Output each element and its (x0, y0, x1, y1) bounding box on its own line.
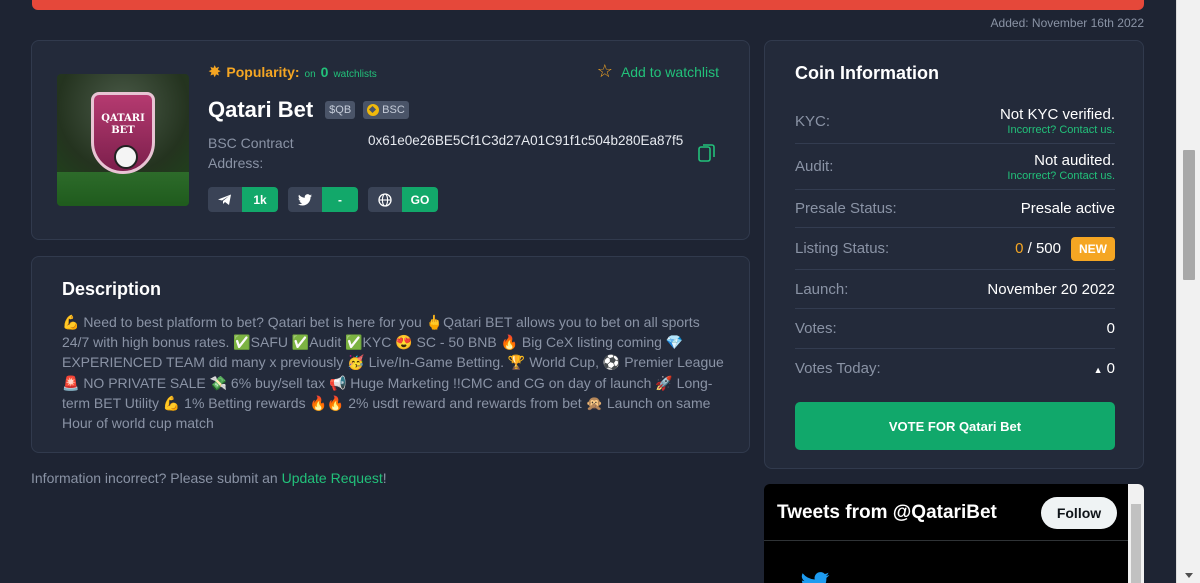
audit-contact-link[interactable]: Incorrect? Contact us. (1007, 170, 1115, 182)
popularity-count: 0 (320, 64, 329, 80)
listing-current: 0 (1015, 240, 1024, 257)
votes-row: Votes: 0 (795, 309, 1115, 349)
twitter-timeline: Tweets from @QatariBet Follow (764, 484, 1144, 583)
star-icon: ☆ (596, 61, 613, 81)
vote-button[interactable]: VOTE FOR Qatari Bet (795, 402, 1115, 450)
description-title: Description (62, 279, 162, 299)
presale-status: Presale active (1020, 200, 1115, 217)
alert-banner (32, 0, 1144, 10)
coin-name: Qatari Bet (208, 97, 314, 122)
kyc-row: KYC: Not KYC verified. Incorrect? Contac… (795, 99, 1115, 144)
coin-header-card: QATARI BET ✸ Popularity: on 0 watchlists… (31, 40, 750, 240)
bnb-icon (367, 104, 380, 116)
description-card: Description 💪 Need to best platform to b… (31, 256, 750, 453)
logo-text: QATARI BET (101, 113, 145, 136)
audit-status: Not audited. (1034, 151, 1115, 169)
copy-icon[interactable] (698, 143, 716, 163)
globe-icon (378, 192, 392, 207)
added-date: Added: November 16th 2022 (990, 16, 1144, 30)
contract-label: BSC Contract Address: (208, 135, 294, 171)
update-request-link[interactable]: Update Request (282, 470, 383, 486)
kyc-contact-link[interactable]: Incorrect? Contact us. (1000, 124, 1115, 136)
follow-button[interactable]: Follow (1041, 497, 1117, 529)
contract-address[interactable]: 0x61e0e26BE5Cf1C3d27A01C91f1c504b280Ea87… (368, 133, 683, 148)
twitter-link[interactable]: - (288, 187, 358, 212)
listing-row: Listing Status: 0 / 500 NEW (795, 228, 1115, 270)
presale-row: Presale Status: Presale active (795, 190, 1115, 228)
launch-date: November 20 2022 (987, 280, 1115, 298)
chain-badge: BSC (363, 101, 409, 119)
football-icon (114, 145, 138, 169)
logo-shield: QATARI BET (91, 92, 155, 174)
telegram-icon (218, 194, 231, 205)
votes-today-count: 0 (1106, 360, 1115, 377)
launch-row: Launch: November 20 2022 (795, 270, 1115, 309)
votes-today-row: Votes Today: ▲ 0 (795, 360, 1115, 377)
symbol-badge: $QB (325, 101, 356, 119)
twitter-icon (298, 193, 312, 206)
scroll-down-arrow[interactable] (1185, 573, 1193, 578)
tweets-title: Tweets from @QatariBet (777, 502, 997, 523)
social-links: 1k - GO (208, 187, 438, 212)
coin-title: Qatari Bet $QB BSC (208, 97, 409, 123)
update-note: Information incorrect? Please submit an … (31, 470, 387, 486)
timeline-scrollbar[interactable] (1128, 484, 1144, 583)
twitter-bird-icon (801, 572, 830, 583)
listing-total: 500 (1035, 240, 1061, 257)
add-to-watchlist-button[interactable]: ☆ Add to watchlist (597, 61, 719, 82)
popularity: ✸ Popularity: on 0 watchlists (208, 64, 377, 81)
website-link[interactable]: GO (368, 187, 438, 212)
new-badge: NEW (1071, 236, 1115, 261)
telegram-link[interactable]: 1k (208, 187, 278, 212)
caret-up-icon: ▲ (1093, 365, 1103, 375)
votes-count: 0 (1106, 320, 1115, 337)
sun-icon: ✸ (208, 64, 222, 81)
coin-information-card: Coin Information KYC: Not KYC verified. … (764, 40, 1144, 469)
description-text: 💪 Need to best platform to bet? Qatari b… (62, 314, 724, 432)
kyc-status: Not KYC verified. (999, 106, 1115, 123)
info-title: Coin Information (795, 63, 939, 83)
audit-row: Audit: Not audited. Incorrect? Contact u… (795, 144, 1115, 190)
coin-logo: QATARI BET (57, 74, 189, 206)
page-scrollbar-thumb[interactable] (1183, 150, 1195, 280)
page-scrollbar[interactable] (1176, 0, 1200, 583)
